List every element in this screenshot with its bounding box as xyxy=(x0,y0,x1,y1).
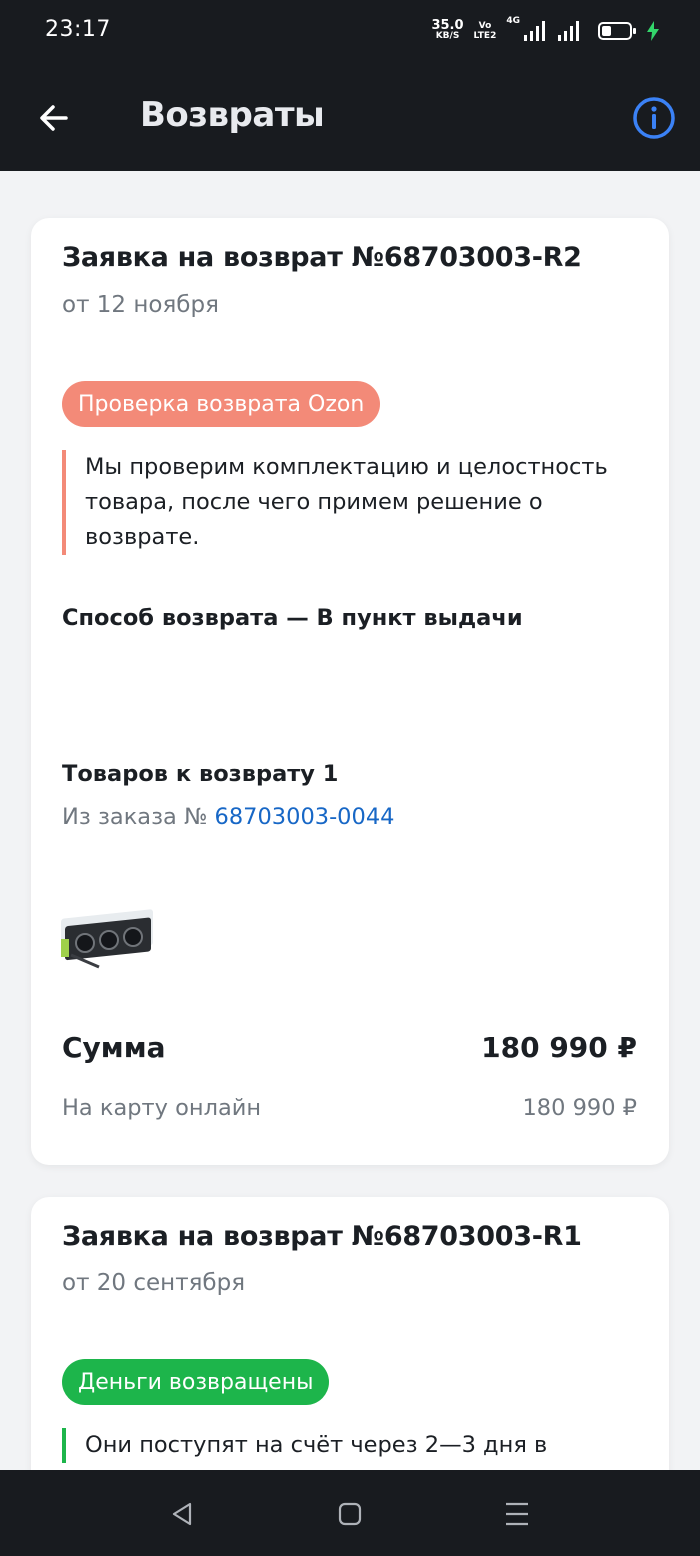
status-time: 23:17 xyxy=(45,17,111,42)
signal-icon xyxy=(524,21,545,41)
order-prefix: Из заказа № xyxy=(62,804,215,830)
returns-list[interactable]: Заявка на возврат №68703003-R2 от 12 ноя… xyxy=(0,171,700,1470)
return-card[interactable]: Заявка на возврат №68703003-R1 от 20 сен… xyxy=(31,1197,669,1470)
product-thumbnail[interactable] xyxy=(59,905,157,975)
back-button[interactable] xyxy=(30,94,78,142)
order-number-link[interactable]: 68703003-0044 xyxy=(215,804,395,830)
page-title: Возвраты xyxy=(140,95,325,135)
status-note: Мы проверим комплектацию и целостность т… xyxy=(62,450,647,555)
items-count: Товаров к возврату 1 xyxy=(62,761,339,787)
network-speed-value: 35.0 xyxy=(431,18,464,33)
return-title: Заявка на возврат №68703003-R2 xyxy=(62,242,582,273)
payment-method: На карту онлайн xyxy=(62,1095,262,1121)
charging-bolt-icon xyxy=(647,21,659,41)
volte-bottom: LTE2 xyxy=(473,31,497,41)
info-button[interactable] xyxy=(630,94,678,142)
nav-home-button[interactable] xyxy=(330,1494,370,1534)
menu-lines-icon xyxy=(506,1502,528,1526)
network-speed-unit: KB/S xyxy=(435,31,460,41)
sum-value: 180 990 ₽ xyxy=(481,1031,637,1064)
return-date: от 12 ноября xyxy=(62,292,219,318)
return-date: от 20 сентября xyxy=(62,1270,246,1296)
volte-top: Vo xyxy=(478,21,492,31)
app-header: Возвраты xyxy=(0,62,700,171)
return-card[interactable]: Заявка на возврат №68703003-R2 от 12 ноя… xyxy=(31,218,669,1165)
status-badge: Деньги возвращены xyxy=(62,1359,330,1405)
payment-amount: 180 990 ₽ xyxy=(522,1095,637,1121)
return-title: Заявка на возврат №68703003-R1 xyxy=(62,1221,582,1252)
status-bar: 23:17 35.0 KB/S Vo LTE2 4G xyxy=(0,0,700,62)
nav-menu-button[interactable] xyxy=(497,1494,537,1534)
battery-icon xyxy=(598,22,636,40)
network-speed: 35.0 KB/S xyxy=(431,18,464,42)
status-badge: Проверка возврата Ozon xyxy=(62,381,381,427)
signal-2-icon xyxy=(558,21,579,41)
status-note: Они поступят на счёт через 2—3 дня в xyxy=(62,1428,647,1463)
volte-icon: Vo LTE2 xyxy=(474,21,497,41)
order-reference: Из заказа № 68703003-0044 xyxy=(62,804,394,830)
return-method: Способ возврата — В пункт выдачи xyxy=(62,605,523,631)
nav-back-button[interactable] xyxy=(162,1494,202,1534)
status-icons: 35.0 KB/S Vo LTE2 4G xyxy=(431,16,660,46)
arrow-left-icon xyxy=(40,105,68,131)
info-icon xyxy=(633,97,675,139)
triangle-back-icon xyxy=(172,1502,192,1526)
sum-label: Сумма xyxy=(62,1031,166,1064)
network-type: 4G xyxy=(506,16,520,26)
square-home-icon xyxy=(338,1502,362,1526)
system-nav-bar xyxy=(0,1470,700,1556)
